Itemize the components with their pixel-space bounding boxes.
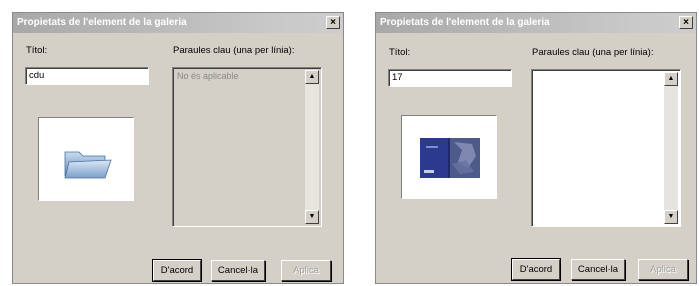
title-label: Títol:	[26, 45, 48, 56]
gallery-item-properties-dialog-1: Propietats de l'element de la galeria × …	[12, 12, 344, 284]
title-input[interactable]: cdu	[25, 67, 149, 85]
close-button[interactable]: ×	[326, 16, 340, 29]
apply-button: Aplica	[281, 260, 331, 281]
scroll-up-button[interactable]: ▲	[664, 72, 678, 86]
item-preview	[38, 117, 134, 201]
title-bar[interactable]: Propietats de l'element de la galeria ×	[13, 13, 343, 33]
close-button[interactable]: ×	[679, 16, 693, 29]
folder-icon	[64, 151, 112, 179]
cancel-button[interactable]: Cancel·la	[211, 260, 265, 281]
scroll-up-button[interactable]: ▲	[305, 70, 319, 84]
title-bar[interactable]: Propietats de l'element de la galeria ×	[376, 13, 696, 33]
ok-button[interactable]: D'acord	[152, 259, 202, 282]
item-preview	[401, 115, 497, 199]
keywords-scrollbar[interactable]: ▲ ▼	[305, 70, 319, 224]
gallery-item-properties-dialog-2: Propietats de l'element de la galeria × …	[375, 12, 697, 284]
scroll-down-button[interactable]: ▼	[305, 210, 319, 224]
dialog-title: Propietats de l'element de la galeria	[17, 17, 187, 28]
scroll-down-button[interactable]: ▼	[664, 210, 678, 224]
keywords-textarea[interactable]: No és aplicable ▲ ▼	[172, 67, 322, 227]
cancel-button[interactable]: Cancel·la	[571, 259, 625, 280]
keywords-scrollbar[interactable]: ▲ ▼	[664, 72, 678, 224]
keywords-label: Paraules clau (una per línia):	[532, 47, 654, 58]
title-label: Títol:	[389, 47, 411, 58]
keywords-label: Paraules clau (una per línia):	[173, 45, 295, 56]
ok-button[interactable]: D'acord	[511, 258, 561, 281]
keywords-textarea[interactable]: ▲ ▼	[531, 69, 681, 227]
apply-button: Aplica	[638, 259, 688, 280]
title-input[interactable]: 17	[388, 69, 512, 87]
book-cover-thumbnail	[420, 138, 480, 178]
dialog-title: Propietats de l'element de la galeria	[380, 17, 550, 28]
keywords-placeholder: No és aplicable	[177, 71, 239, 81]
